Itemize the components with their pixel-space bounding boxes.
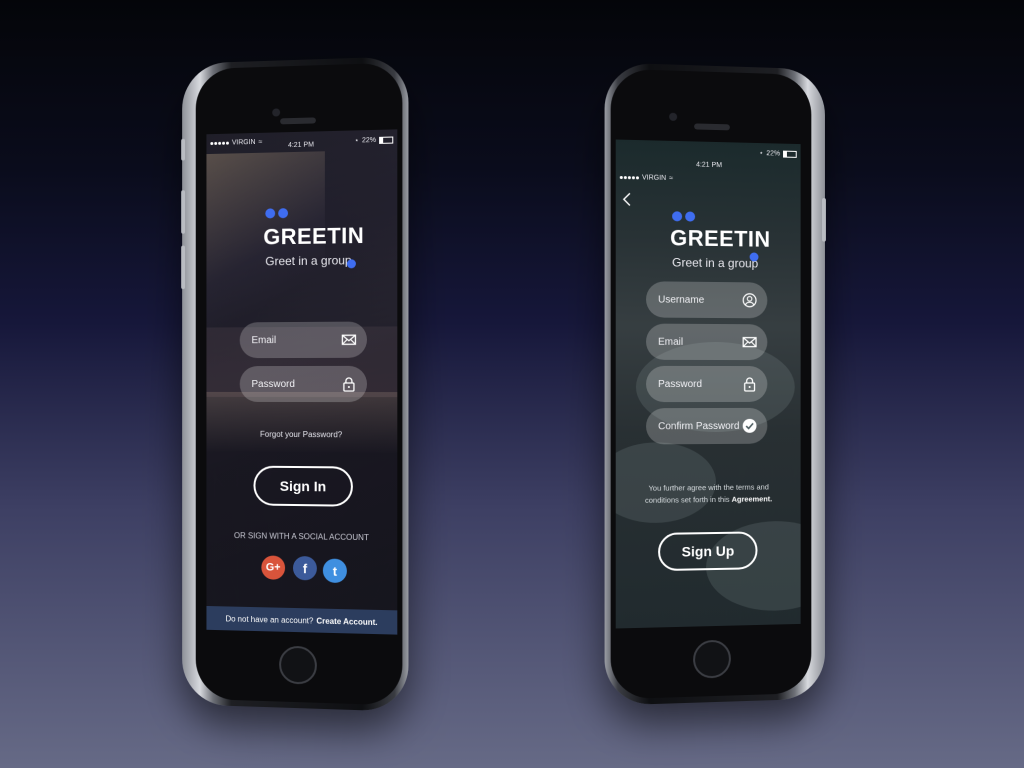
email-input[interactable]: [646, 335, 751, 348]
carrier: VIRGIN ≈: [620, 174, 673, 182]
checkmark-circle-icon: [742, 418, 758, 434]
brand-tagline: Greet in a group: [265, 253, 351, 268]
password-input[interactable]: [240, 377, 349, 390]
username-input[interactable]: [646, 293, 751, 307]
email-field[interactable]: [646, 324, 767, 361]
signup-screen: VIRGIN ≈ 4:21 PM ⋆ 22% GREETIN Greet in …: [616, 140, 801, 629]
battery-status: ⋆ 22%: [759, 149, 797, 158]
twitter-icon[interactable]: t: [323, 559, 347, 584]
google-plus-icon[interactable]: G+: [261, 555, 285, 579]
home-button[interactable]: [693, 640, 731, 679]
envelope-icon: [341, 332, 357, 348]
sign-in-button[interactable]: Sign In: [253, 466, 352, 507]
battery-icon: [379, 136, 393, 143]
mute-switch: [181, 139, 185, 161]
password-field[interactable]: [646, 366, 767, 402]
email-input[interactable]: [240, 333, 349, 346]
phone-signin: VIRGIN ≈ 4:21 PM ⋆ 22% GREETIN Greet in …: [182, 56, 408, 712]
earpiece-speaker: [280, 117, 316, 124]
envelope-icon: [742, 334, 758, 350]
create-account-link[interactable]: Create Account.: [316, 616, 377, 627]
lock-icon: [341, 376, 357, 392]
brand-tagline: Greet in a group: [672, 255, 758, 270]
home-button[interactable]: [279, 646, 317, 685]
battery-status: ⋆ 22%: [355, 136, 394, 145]
carrier-label: VIRGIN: [642, 174, 666, 182]
signal-icon: [620, 176, 639, 179]
battery-label: 22%: [766, 150, 780, 157]
forgot-password-link[interactable]: Forgot your Password?: [206, 430, 397, 440]
sign-up-button[interactable]: Sign Up: [658, 531, 757, 571]
confirm-password-field[interactable]: [646, 408, 767, 445]
password-field[interactable]: [240, 366, 367, 402]
phone-signup: VIRGIN ≈ 4:21 PM ⋆ 22% GREETIN Greet in …: [605, 62, 825, 705]
lock-icon: [742, 376, 758, 392]
tagline-dot-icon: [750, 252, 759, 261]
wifi-icon: ≈: [669, 175, 673, 182]
user-icon: [742, 292, 758, 308]
agreement-link[interactable]: Agreement.: [732, 494, 773, 503]
bluetooth-icon: ⋆: [759, 149, 763, 157]
volume-down-button: [181, 246, 185, 290]
username-field[interactable]: [646, 281, 767, 318]
facebook-icon[interactable]: f: [293, 556, 317, 580]
status-bar: VIRGIN ≈ 4:21 PM ⋆ 22%: [616, 144, 801, 162]
earpiece-speaker: [694, 123, 730, 130]
password-input[interactable]: [646, 377, 751, 390]
front-camera: [669, 113, 677, 121]
front-camera: [272, 108, 280, 116]
tagline-dot-icon: [347, 259, 356, 268]
battery-icon: [783, 150, 797, 157]
social-label: OR SIGN WITH A SOCIAL ACCOUNT: [206, 531, 397, 543]
logo-dots-icon: [265, 208, 288, 218]
volume-up-button: [181, 190, 185, 234]
email-field[interactable]: [240, 322, 367, 359]
status-bar: VIRGIN ≈ 4:21 PM ⋆ 22%: [206, 133, 397, 152]
status-time: 4:21 PM: [616, 160, 801, 171]
create-account-bar: Do not have an account? Create Account.: [206, 606, 397, 635]
power-button: [822, 198, 826, 242]
bluetooth-icon: ⋆: [355, 136, 359, 144]
brand-title: GREETIN: [263, 223, 364, 251]
confirm-password-input[interactable]: [646, 419, 751, 432]
logo-dots-icon: [672, 211, 695, 221]
footer-text: Do not have an account?: [225, 614, 313, 625]
signin-screen: VIRGIN ≈ 4:21 PM ⋆ 22% GREETIN Greet in …: [206, 129, 397, 634]
terms-text: You further agree with the terms and con…: [636, 481, 781, 507]
brand-title: GREETIN: [670, 225, 770, 252]
back-chevron-icon[interactable]: [622, 192, 634, 206]
battery-label: 22%: [362, 136, 376, 143]
